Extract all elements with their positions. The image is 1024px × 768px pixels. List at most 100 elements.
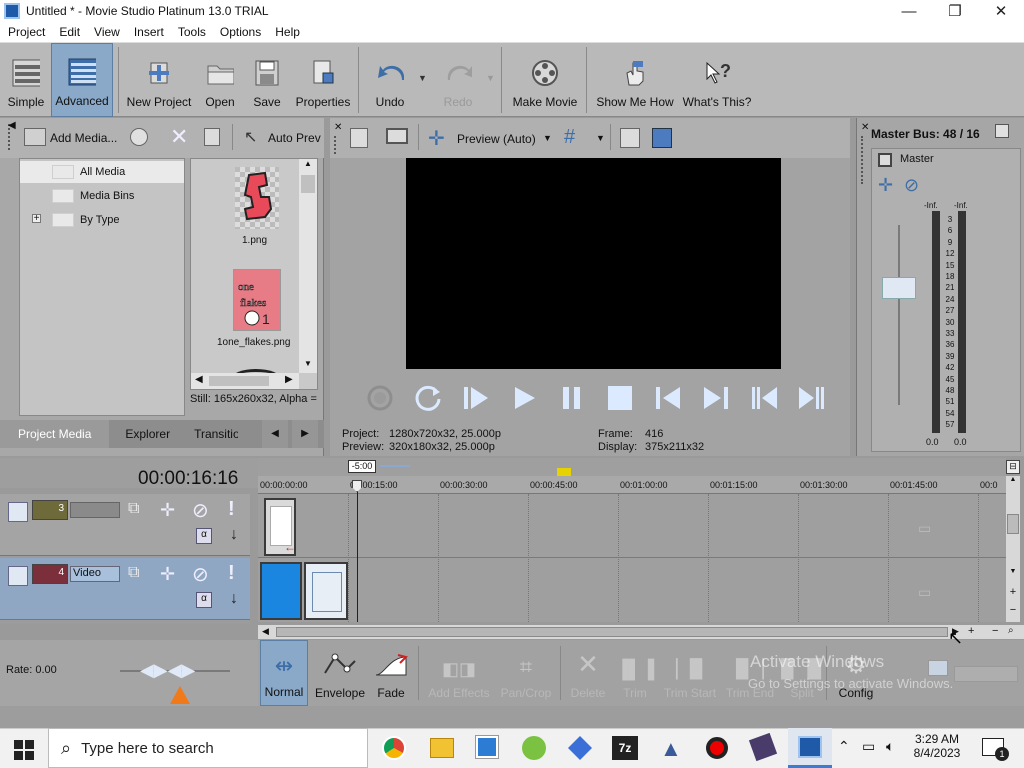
scroll-down-icon[interactable]: ▼ (299, 359, 317, 373)
open-button[interactable]: Open (200, 43, 240, 117)
shuttle-control-icon[interactable]: ◀▶◀▶ (140, 660, 195, 681)
master-mute-icon[interactable]: ⊘ (904, 175, 919, 196)
video-preview-screen[interactable] (406, 158, 781, 369)
menu-project[interactable]: Project (0, 25, 51, 39)
play-button[interactable] (500, 380, 548, 416)
go-to-start-button[interactable] (644, 380, 692, 416)
menu-insert[interactable]: Insert (126, 25, 170, 39)
mute-track-icon[interactable]: ⊘ (192, 562, 209, 587)
track-name-field[interactable] (70, 502, 120, 518)
chevron-down-icon[interactable]: ▼ (596, 133, 605, 143)
save-button[interactable]: Save (248, 43, 286, 117)
panel-close-icon[interactable]: ✕ (861, 122, 869, 133)
make-movie-button[interactable]: Make Movie (508, 43, 582, 117)
panel-grip[interactable] (861, 136, 865, 184)
external-monitor-icon[interactable] (386, 128, 408, 144)
add-effects-button[interactable]: ◧◨ Add Effects (426, 640, 492, 706)
master-pan-icon[interactable]: ✛ (878, 175, 893, 196)
envelope-tool-button[interactable]: Envelope (314, 640, 366, 706)
advanced-button[interactable]: Advanced (51, 43, 113, 117)
expand-icon[interactable]: + (32, 214, 41, 224)
compositing-alpha-icon[interactable]: α (196, 528, 212, 544)
tree-item-all-media[interactable]: All Media (20, 161, 184, 183)
simple-button[interactable]: Simple (4, 43, 48, 117)
rate-slider-handle[interactable] (170, 686, 190, 704)
overlays-grid-icon[interactable]: # (564, 126, 575, 149)
7zip-icon[interactable]: 7z (612, 736, 638, 760)
new-project-button[interactable]: New Project (124, 43, 194, 117)
scroll-right-icon[interactable]: ▶ (285, 374, 293, 385)
add-media-button[interactable]: Add Media... (50, 131, 117, 145)
solo-track-icon[interactable]: ! (228, 498, 235, 521)
master-volume-fader[interactable] (882, 277, 916, 299)
menu-options[interactable]: Options (212, 25, 267, 39)
zoom-in-icon[interactable]: + (1006, 586, 1020, 598)
scroll-thumb[interactable] (301, 175, 315, 193)
record-button[interactable] (356, 380, 404, 416)
preview-quality-dropdown[interactable]: Preview (Auto) (457, 132, 536, 146)
menu-view[interactable]: View (86, 25, 126, 39)
volume-icon[interactable] (928, 660, 948, 676)
undo-dropdown-icon[interactable]: ▼ (418, 73, 427, 83)
tab-project-media[interactable]: Project Media (0, 420, 110, 448)
stop-button[interactable] (596, 380, 644, 416)
preview-volume-field[interactable] (954, 666, 1018, 682)
marker-bar-icon[interactable]: ⊟ (1006, 460, 1020, 474)
clock[interactable]: 3:29 AM 8/4/2023 (912, 732, 962, 760)
media-thumbnail-2[interactable]: one flakes 1 (233, 269, 281, 331)
playhead-cursor[interactable] (357, 480, 358, 622)
track-expand-icon[interactable] (8, 502, 28, 522)
video-clip-event[interactable]: ← (264, 498, 296, 556)
chevron-down-icon[interactable]: ▼ (543, 133, 552, 143)
track-motion-icon[interactable]: ✛ (160, 500, 175, 521)
show-me-how-button[interactable]: Show Me How (594, 43, 676, 117)
mixer-properties-icon[interactable] (995, 124, 1009, 138)
zoom-tool-icon[interactable]: ⌕ (1008, 625, 1014, 636)
tree-item-by-type[interactable]: + By Type (20, 209, 120, 231)
network-icon[interactable]: ▭ (862, 738, 875, 755)
timeline-ruler[interactable]: 00:00:00:00 00:00:15:00 00:00:30:00 00:0… (258, 476, 1006, 494)
redo-dropdown-icon[interactable]: ▼ (486, 73, 495, 83)
scroll-up-icon[interactable]: ▲ (1006, 476, 1020, 488)
previous-frame-button[interactable] (740, 380, 788, 416)
play-from-start-button[interactable] (452, 380, 500, 416)
tabs-left-arrow-icon[interactable]: ◀ (262, 420, 288, 448)
next-frame-button[interactable] (788, 380, 836, 416)
tab-transitions[interactable]: Transitio (180, 420, 238, 448)
close-button[interactable]: ✕ (978, 0, 1024, 22)
video-clip-event[interactable] (304, 562, 348, 620)
scroll-left-icon[interactable]: ◀ (195, 374, 203, 385)
windows-start-icon[interactable] (14, 740, 34, 763)
media-thumbnail-1[interactable] (235, 167, 279, 229)
tabs-right-arrow-icon[interactable]: ▶ (292, 420, 318, 448)
delete-button[interactable]: ✕ Delete (566, 640, 610, 706)
undo-button[interactable]: Undo (368, 43, 412, 117)
panel-arrow-icon[interactable]: ◀ (8, 120, 16, 131)
zoom-in-icon[interactable]: + (968, 625, 974, 637)
scroll-left-icon[interactable]: ◀ (262, 626, 269, 637)
track-header-3[interactable]: 3 ⧉ ✛ ⊘ ! α ↓ (0, 494, 250, 556)
compositing-mode-icon[interactable]: ⧉ (128, 564, 139, 582)
maximize-button[interactable]: ❐ (932, 0, 978, 22)
make-compositing-child-icon[interactable]: ↓ (230, 590, 238, 608)
config-button[interactable]: ⚙ Config (830, 640, 882, 706)
panel-grip[interactable] (334, 136, 338, 154)
video-clip-event[interactable] (260, 562, 302, 620)
scroll-up-icon[interactable]: ▲ (299, 159, 317, 173)
whats-this-button[interactable]: ? What's This? (682, 43, 752, 117)
tree-item-media-bins[interactable]: Media Bins (20, 185, 134, 207)
fade-tool-button[interactable]: Fade (370, 640, 412, 706)
panel-close-icon[interactable]: ✕ (334, 122, 342, 133)
split-screen-icon[interactable]: ✛ (428, 126, 445, 151)
track-expand-icon[interactable] (8, 566, 28, 586)
timeline-hscrollbar[interactable]: ◀ ▶ + − ⌕ (258, 625, 1024, 639)
solo-track-icon[interactable]: ! (228, 562, 235, 585)
trim-start-button[interactable]: ▏▉ Trim Start (660, 640, 720, 706)
pan-crop-button[interactable]: ⌗ Pan/Crop (498, 640, 554, 706)
properties-button[interactable]: Properties (292, 43, 354, 117)
tab-explorer[interactable]: Explorer (109, 420, 180, 448)
preview-properties-icon[interactable] (350, 128, 368, 148)
copy-snapshot-icon[interactable] (620, 128, 640, 148)
track-header-4[interactable]: 4 Video ⧉ ✛ ⊘ ! α ↓ (0, 558, 250, 620)
pause-button[interactable] (548, 380, 596, 416)
